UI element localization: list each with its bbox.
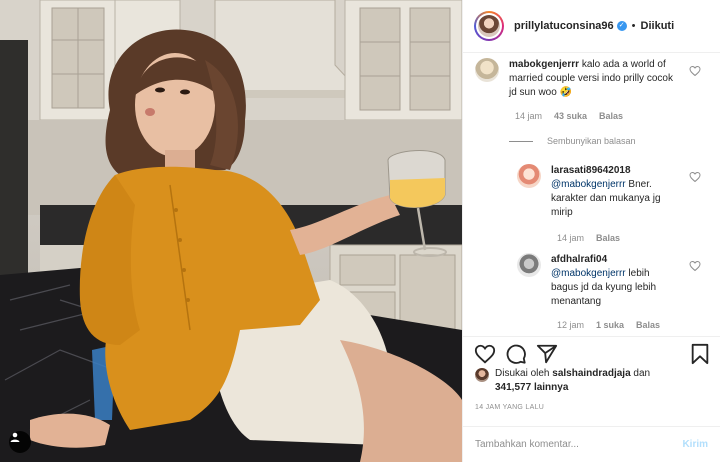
reply-meta: 12 jam 1 suka Balas: [557, 320, 660, 330]
liker-avatar[interactable]: [475, 368, 489, 382]
reply-reply-button[interactable]: Balas: [636, 320, 660, 330]
comment-avatar[interactable]: [475, 58, 499, 82]
post-photo[interactable]: [0, 0, 462, 462]
save-bookmark-icon[interactable]: [689, 343, 711, 365]
reply-item: larasati89642018 @mabokgenjerrr Bner. ka…: [517, 164, 671, 220]
liker-username[interactable]: salshaindradjaja: [552, 368, 630, 379]
reply-mention-link[interactable]: @mabokgenjerrr: [551, 179, 626, 190]
reply-item: afdhalrafi04 @mabokgenjerrr lebih bagus …: [517, 253, 671, 309]
add-comment-bar: Kirim: [463, 426, 720, 462]
reply-mention-link[interactable]: @mabokgenjerrr: [551, 268, 626, 279]
likes-count[interactable]: 341,577: [495, 382, 531, 393]
author-avatar[interactable]: [474, 11, 504, 41]
reply-meta: 14 jam Balas: [557, 233, 620, 243]
verified-badge-icon: ✓: [616, 21, 627, 31]
comment-item: mabokgenjerrr kalo ada a world of marrie…: [475, 58, 677, 100]
reply-time[interactable]: 12 jam: [557, 320, 584, 330]
user-tag-icon[interactable]: [9, 431, 31, 453]
author-username[interactable]: prillylatuconsina96: [514, 20, 614, 32]
hide-replies-label: Sembunyikan balasan: [547, 136, 636, 146]
likes-summary: Disukai oleh salshaindradjaja dan 341,57…: [475, 367, 715, 395]
photo-illustration: [0, 0, 462, 462]
reply-like-heart-icon[interactable]: [689, 171, 701, 183]
like-heart-icon[interactable]: [474, 343, 496, 365]
add-comment-input[interactable]: [475, 439, 683, 450]
comment-bubble-icon[interactable]: [505, 343, 527, 365]
reply-reply-button[interactable]: Balas: [596, 233, 620, 243]
comment-username[interactable]: mabokgenjerrr: [509, 59, 579, 70]
post-time-ago[interactable]: 14 JAM YANG LALU: [475, 404, 544, 411]
comments-list: mabokgenjerrr kalo ada a world of marrie…: [463, 53, 720, 336]
post-side-panel: prillylatuconsina96 ✓ • Diikuti mabokgen…: [462, 0, 720, 462]
likes-conj: dan: [633, 368, 651, 379]
reply-avatar[interactable]: [517, 253, 541, 277]
comment-reply-button[interactable]: Balas: [599, 111, 623, 121]
post-comment-button[interactable]: Kirim: [682, 439, 708, 450]
reply-likes[interactable]: 1 suka: [596, 320, 624, 330]
post-header: prillylatuconsina96 ✓ • Diikuti: [463, 0, 720, 53]
comment-meta: 14 jam 43 suka Balas: [515, 111, 623, 121]
reply-username[interactable]: larasati89642018: [551, 164, 671, 178]
comment-likes[interactable]: 43 suka: [554, 111, 587, 121]
hide-replies-line: [509, 140, 533, 142]
reply-username[interactable]: afdhalrafi04: [551, 253, 671, 267]
likes-suffix[interactable]: lainnya: [534, 382, 568, 393]
reply-time[interactable]: 14 jam: [557, 233, 584, 243]
hide-replies-button[interactable]: Sembunyikan balasan: [509, 136, 636, 146]
reply-like-heart-icon[interactable]: [689, 260, 701, 272]
post-actions: Disukai oleh salshaindradjaja dan 341,57…: [463, 336, 720, 426]
share-send-icon[interactable]: [536, 343, 558, 365]
reply-avatar[interactable]: [517, 164, 541, 188]
likes-prefix: Disukai oleh: [495, 368, 550, 379]
follow-status-button[interactable]: Diikuti: [641, 20, 675, 32]
comment-like-heart-icon[interactable]: [689, 65, 701, 77]
header-separator: •: [631, 20, 636, 32]
comment-time[interactable]: 14 jam: [515, 111, 542, 121]
